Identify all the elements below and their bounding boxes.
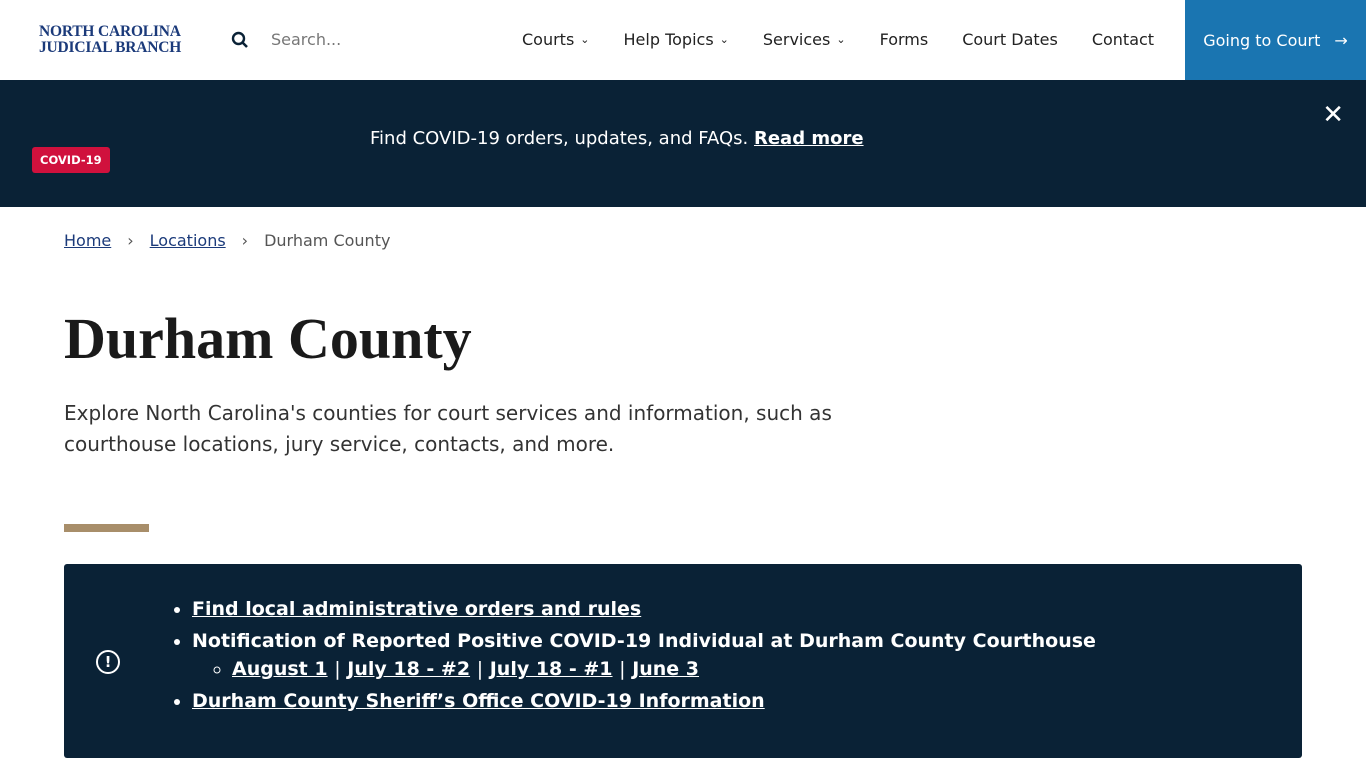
nav-court-dates[interactable]: Court Dates [962,30,1058,49]
page-lead: Explore North Carolina's counties for co… [64,401,832,456]
june-3-link[interactable]: June 3 [632,658,699,680]
close-icon[interactable]: ✕ [1322,100,1344,130]
chevron-down-icon: ⌄ [719,33,729,46]
covid-badge: COVID-19 [32,147,110,173]
going-to-court-button[interactable]: Going to Court → [1185,0,1366,80]
covid-banner: COVID-19 Find COVID-19 orders, updates, … [0,80,1366,207]
breadcrumb: Home › Locations › Durham County [64,231,390,250]
august-1-link[interactable]: August 1 [232,658,328,680]
nav-help-topics[interactable]: Help Topics ⌄ [624,30,729,49]
divider [64,524,149,532]
chevron-right-icon: › [127,231,134,250]
main-nav: Courts ⌄ Help Topics ⌄ Services ⌄ Forms Cou… [522,30,1188,49]
alert-box: ! Find local administrative orders and r… [64,564,1302,758]
chevron-down-icon: ⌄ [836,33,846,46]
notification-text: Notification of Reported Positive COVID-… [192,630,1096,652]
breadcrumb-current: Durham County [264,231,391,250]
exclamation-circle-icon: ! [96,650,120,674]
search [231,30,471,49]
chevron-right-icon: › [241,231,249,250]
nav-courts[interactable]: Courts ⌄ [522,30,590,49]
site-header: NORTH CAROLINAJUDICIAL BRANCH Courts⌄ He… [0,0,1366,80]
logo[interactable]: NORTH CAROLINA JUDICIAL BRANCH [39,24,181,56]
read-more-link[interactable]: Read more [754,128,864,149]
arrow-right-icon: → [1334,30,1348,50]
breadcrumb-locations[interactable]: Locations [150,231,226,250]
search-input[interactable] [271,30,471,49]
sheriff-covid-link[interactable]: Durham County Sheriff’s Office COVID-19 … [192,690,765,712]
search-icon[interactable] [231,31,249,49]
nav-services[interactable]: Services ⌄ [763,30,846,49]
nav-forms[interactable]: Forms [880,30,929,49]
breadcrumb-home[interactable]: Home [64,231,111,250]
chevron-down-icon: ⌄ [580,33,590,46]
page-title: Durham County [64,306,472,371]
nav-contact[interactable]: Contact [1092,30,1154,49]
admin-orders-link[interactable]: Find local administrative orders and rul… [192,598,641,620]
july-18-1-link[interactable]: July 18 - #1 [490,658,613,680]
july-18-2-link[interactable]: July 18 - #2 [347,658,470,680]
banner-message: Find COVID-19 orders, updates, and FAQs.… [370,128,864,149]
